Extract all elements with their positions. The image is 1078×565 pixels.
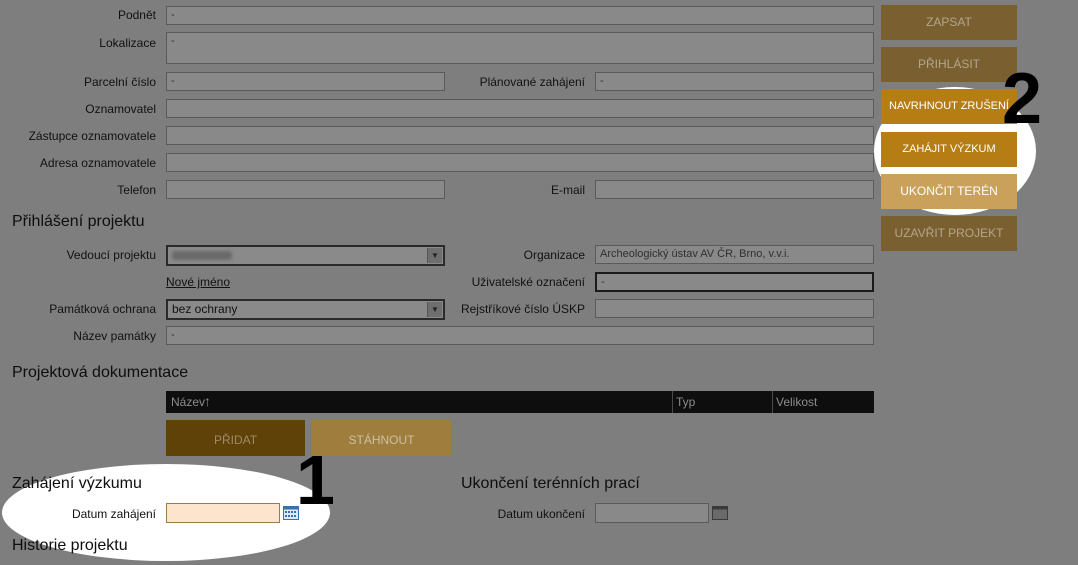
uzivatelske-field[interactable]: - — [595, 272, 874, 292]
pamatkova-value: bez ochrany — [172, 302, 238, 316]
email-field[interactable] — [595, 180, 874, 199]
organizace-field: Archeologický ústav AV ČR, Brno, v.v.i. — [595, 245, 874, 264]
parcelni-field[interactable]: - — [166, 72, 445, 91]
navrhnout-zruseni-button[interactable]: NAVRHNOUT ZRUŠENÍ — [881, 89, 1017, 124]
historie-title: Historie projektu — [12, 537, 128, 554]
zastupce-field[interactable] — [166, 126, 874, 145]
annotation-number-one: 1 — [296, 441, 335, 519]
uzivatelske-label: Uživatelské označení — [471, 275, 585, 289]
vedouci-label: Vedoucí projektu — [66, 248, 156, 262]
ukonceni-title: Ukončení terénních prací — [461, 475, 640, 492]
lokalizace-label: Lokalizace — [99, 36, 156, 50]
nazev-pamatky-field[interactable]: - — [166, 326, 874, 345]
adresa-field[interactable] — [166, 153, 874, 172]
nove-jmeno-link[interactable]: Nové jméno — [166, 275, 230, 289]
datum-ukonceni-label: Datum ukončení — [497, 507, 585, 521]
annotation-number-two: 2 — [1002, 59, 1043, 139]
dokumentace-title: Projektová dokumentace — [12, 364, 189, 381]
zahajit-vyzkum-button[interactable]: ZAHÁJIT VÝZKUM — [881, 132, 1017, 167]
podnet-field[interactable]: - — [166, 6, 874, 25]
column-nazev[interactable]: Název — [171, 395, 205, 409]
telefon-field[interactable] — [166, 180, 445, 199]
column-velikost[interactable]: Velikost — [776, 395, 817, 409]
column-divider — [672, 391, 673, 413]
datum-zahajeni-input[interactable] — [166, 503, 280, 523]
column-divider — [772, 391, 773, 413]
vedouci-value-redacted — [172, 251, 232, 260]
pamatkova-select[interactable]: bez ochrany ▼ — [166, 299, 445, 320]
oznamovatel-label: Oznamovatel — [85, 102, 156, 116]
organizace-label: Organizace — [523, 248, 585, 262]
vedouci-select[interactable]: ▼ — [166, 245, 445, 266]
prihlaseni-title: Přihlášení projektu — [12, 213, 145, 230]
chevron-down-icon[interactable]: ▼ — [427, 302, 442, 317]
datum-ukonceni-input[interactable] — [595, 503, 709, 523]
nazev-pamatky-label: Název památky — [73, 329, 156, 343]
pridat-button[interactable]: PŘIDAT — [166, 420, 305, 456]
dokumentace-table-header: Název ↑ Typ Velikost — [166, 391, 874, 413]
podnet-label: Podnět — [117, 8, 156, 22]
telefon-label: Telefon — [117, 183, 156, 197]
email-label: E-mail — [550, 183, 585, 197]
oznamovatel-field[interactable] — [166, 99, 874, 118]
rejstrikove-label: Rejstříkové číslo ÚSKP — [460, 302, 585, 316]
zapsat-button[interactable]: ZAPSAT — [881, 5, 1017, 40]
datum-zahajeni-label: Datum zahájení — [71, 507, 156, 521]
prihlasit-button[interactable]: PŘIHLÁSIT — [881, 47, 1017, 82]
chevron-down-icon[interactable]: ▼ — [427, 248, 442, 263]
uzavrit-projekt-button[interactable]: UZAVŘIT PROJEKT — [881, 216, 1017, 251]
zahajeni-title: Zahájení výzkumu — [12, 475, 142, 492]
adresa-label: Adresa oznamovatele — [39, 156, 156, 170]
pamatkova-label: Památková ochrana — [49, 302, 156, 316]
ukoncit-teren-button[interactable]: UKONČIT TERÉN — [881, 174, 1017, 209]
zastupce-label: Zástupce oznamovatele — [28, 129, 156, 143]
rejstrikove-field[interactable] — [595, 299, 874, 318]
calendar-icon[interactable] — [712, 506, 728, 520]
planovane-label: Plánované zahájení — [479, 75, 585, 89]
planovane-field[interactable]: - — [595, 72, 874, 91]
lokalizace-field[interactable]: - — [166, 32, 874, 64]
sort-ascending-icon[interactable]: ↑ — [204, 393, 211, 409]
column-typ[interactable]: Typ — [676, 395, 695, 409]
parcelni-label: Parcelní číslo — [83, 75, 156, 89]
